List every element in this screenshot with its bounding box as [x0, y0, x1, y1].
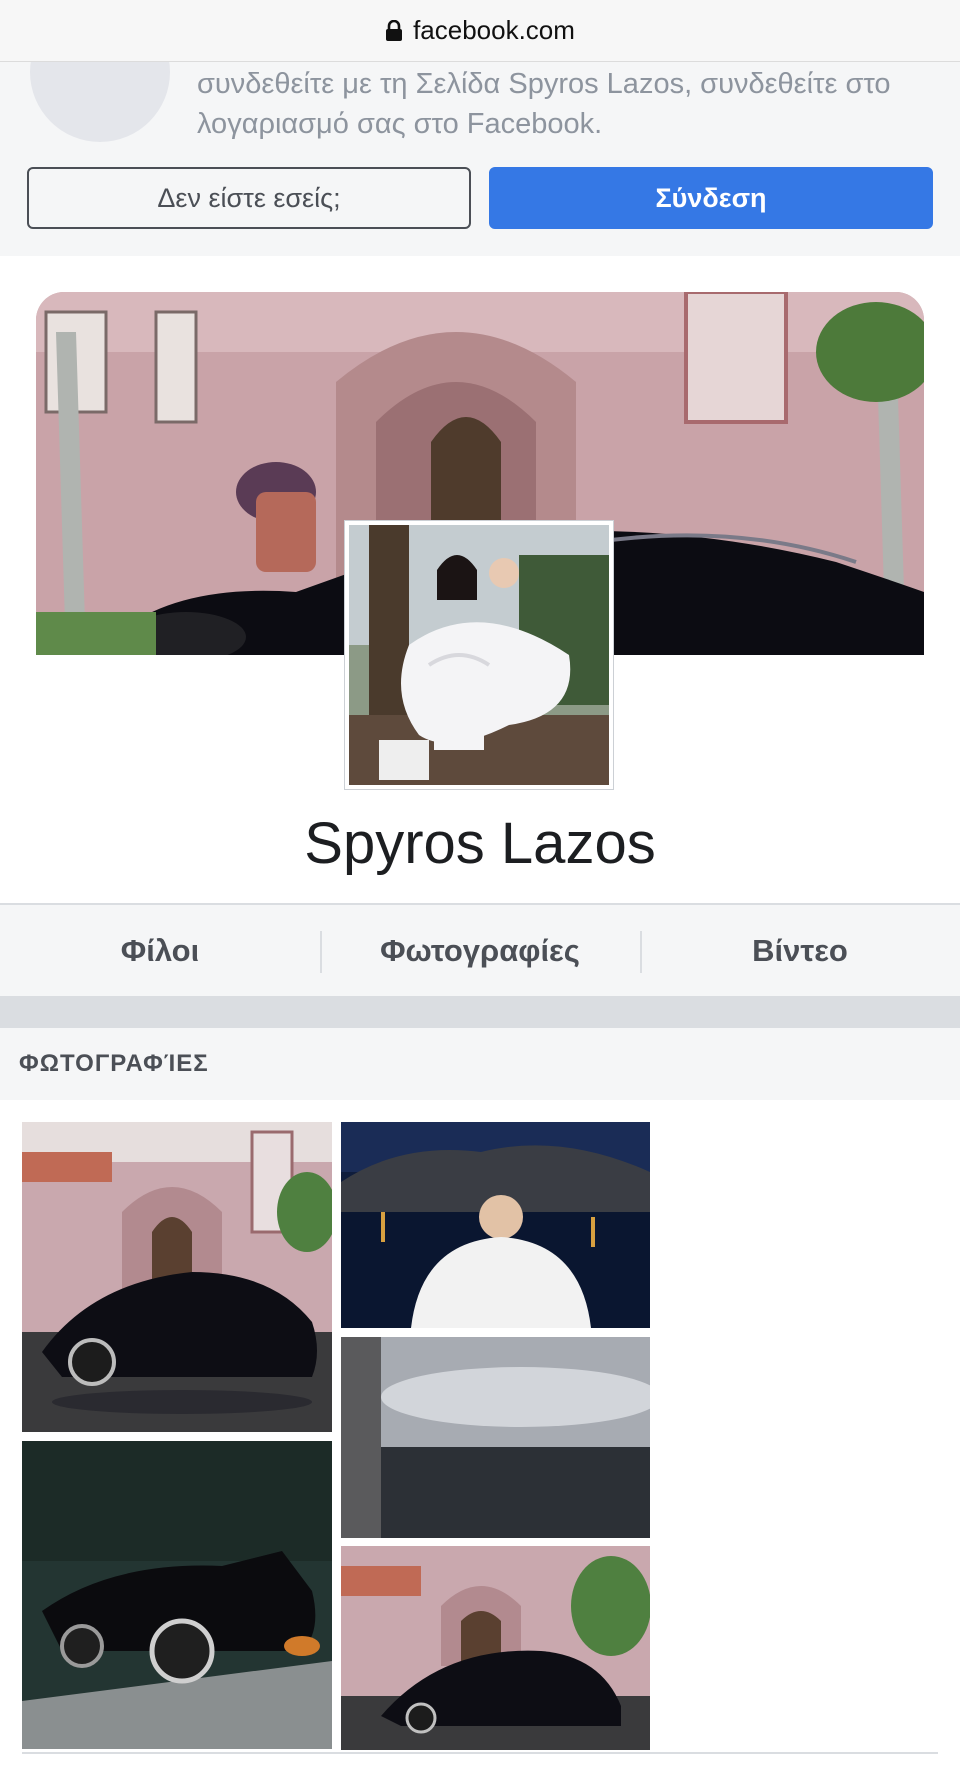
login-notice: συνδεθείτε με τη Σελίδα Spyros Lazos, συ… [0, 2, 960, 256]
facebook-page: facebook.com συνδεθείτε με τη Σελίδα Spy… [0, 0, 960, 1777]
tab-videos[interactable]: Βίντεο [640, 905, 960, 996]
photos-section-header: ΦΩΤΟΓΡΑΦΊΕΣ [0, 1028, 960, 1100]
photos-section-title: ΦΩΤΟΓΡΑΦΊΕΣ [19, 1050, 209, 1077]
profile-picture[interactable] [345, 521, 613, 789]
url-text: facebook.com [413, 15, 575, 45]
bottom-divider [22, 1752, 938, 1754]
profile-tabs: Φίλοι Φωτογραφίες Βίντεο [0, 903, 960, 998]
photo-thumbnail-villa-car-2[interactable] [341, 1546, 650, 1750]
photo-thumbnail-man-white-suit[interactable] [341, 1122, 650, 1328]
browser-url-bar[interactable]: facebook.com [0, 0, 960, 62]
photo-thumbnail-racing-car[interactable] [22, 1441, 332, 1749]
photo-thumbnail-villa-car[interactable] [22, 1122, 332, 1432]
login-notice-message: συνδεθείτε με τη Σελίδα Spyros Lazos, συ… [197, 68, 891, 140]
section-divider [0, 998, 960, 1028]
photo-thumbnail-sea[interactable] [341, 1337, 650, 1538]
lock-icon [385, 19, 403, 42]
not-you-button[interactable]: Δεν είστε εσείς; [27, 167, 471, 229]
profile-name: Spyros Lazos [304, 811, 656, 876]
tab-friends[interactable]: Φίλοι [0, 905, 320, 996]
tab-photos[interactable]: Φωτογραφίες [320, 905, 640, 996]
login-button[interactable]: Σύνδεση [489, 167, 933, 229]
